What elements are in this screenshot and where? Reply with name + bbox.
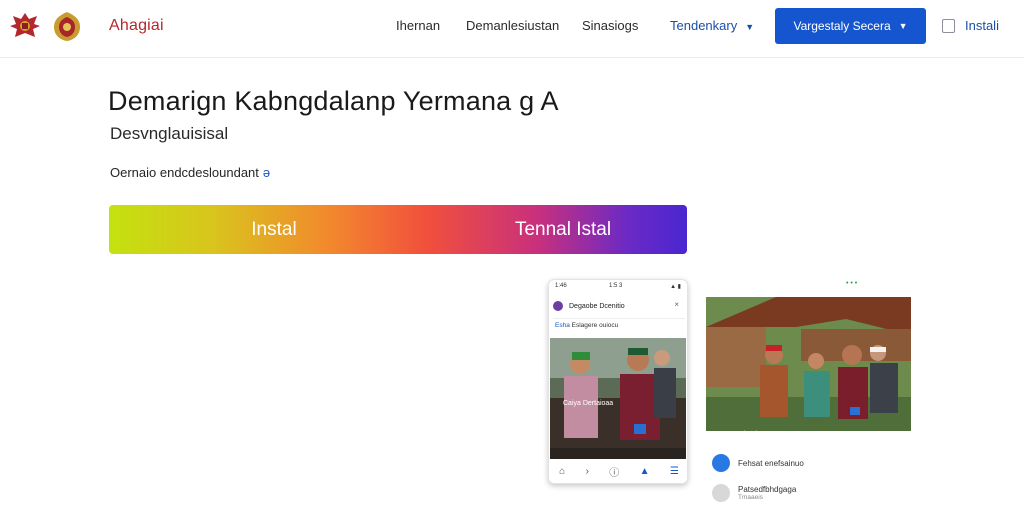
list-item-text: Patsedfbhdgaga Tmaaeis <box>738 485 796 501</box>
nav-link-1[interactable]: Ihernan <box>396 18 440 33</box>
home-icon[interactable]: ⌂ <box>559 466 565 477</box>
status-icons: ▲ ▮ <box>670 284 681 290</box>
site-header: Ahagiai Ihernan Demanlesiustan Sinasiogs… <box>0 0 1024 58</box>
chevron-down-icon: ▼ <box>745 22 755 32</box>
divider <box>553 318 685 319</box>
photo-caption: Caiya Dertaioaa <box>563 400 614 407</box>
status-icons: • • • <box>846 280 858 287</box>
status-time: 1:46 <box>555 283 567 289</box>
nav-dropdown[interactable]: Tendenkary ▼ <box>670 18 754 33</box>
app-screenshot-phone[interactable]: 1:46 1:5 3 ▲ ▮ Degaobe Dcenitio × Esha E… <box>548 279 688 484</box>
avatar <box>712 484 730 502</box>
village-photo <box>706 297 911 431</box>
device-icon <box>942 18 955 33</box>
nav-link-2[interactable]: Demanlesiustan <box>466 18 559 33</box>
list-item-subtitle: Tmaaeis <box>738 494 763 501</box>
nav-dropdown-label: Tendenkary <box>670 18 738 33</box>
app-subheader-text: Eslagere ouiocu <box>571 322 619 329</box>
nav-link-3[interactable]: Sinasiogs <box>582 18 638 33</box>
list-item-title: Patsedfbhdgaga <box>738 485 797 494</box>
people-photo <box>550 338 686 460</box>
list-item[interactable]: Patsedfbhdgaga Tmaaeis <box>712 484 911 502</box>
forward-icon[interactable]: › <box>586 466 589 477</box>
page-subtitle: Desvnglauisisal <box>110 124 229 143</box>
primary-button-label: Vargestaly Secera <box>793 19 891 33</box>
developer-name[interactable]: Oernaio endcdesloundant <box>110 165 259 180</box>
list-item-title: Fehsat enefsainuo <box>738 458 804 468</box>
install-button[interactable]: Instal <box>109 205 439 254</box>
brand-name[interactable]: Ahagiai <box>109 17 164 35</box>
page-title: Demarign Kabngdalanp Yermana g A <box>108 86 559 116</box>
garuda-emblem-icon <box>10 13 40 37</box>
list-item[interactable]: Fehsat enefsainuo <box>712 454 911 472</box>
action-bar: Instal Tennal Istal <box>109 205 687 254</box>
primary-dropdown-button[interactable]: Vargestaly Secera ▼ <box>775 8 926 44</box>
verified-icon: ə <box>262 165 271 180</box>
regional-emblem-icon <box>54 12 80 41</box>
app-screenshot-card[interactable]: • • • Iaoa hatdo Fehsat enefsainuo Patse… <box>706 279 911 512</box>
install-link[interactable]: Instali <box>942 18 999 33</box>
photo-caption: Iaoa hatdo <box>728 431 762 438</box>
install-link-label: Instali <box>965 18 999 33</box>
avatar <box>712 454 730 472</box>
secondary-install-button[interactable]: Tennal Istal <box>439 205 687 254</box>
status-center: 1:5 3 <box>609 283 623 289</box>
menu-icon[interactable]: ☰ <box>670 466 679 477</box>
chevron-down-icon: ▼ <box>898 21 908 31</box>
app-subheader: Esha Eslagere ouiocu <box>555 322 618 329</box>
app-header-title: Degaobe Dcenitio <box>569 302 625 310</box>
developer-line: Oernaio endcdesloundant ə <box>110 165 270 180</box>
app-header: Degaobe Dcenitio × <box>553 298 683 314</box>
close-icon[interactable]: × <box>674 300 679 309</box>
bookmark-icon[interactable]: ▲ <box>640 466 650 477</box>
app-logo-icon <box>553 301 563 311</box>
info-icon[interactable]: ⓘ <box>609 464 619 479</box>
app-subheader-tag: Esha <box>555 322 570 329</box>
bottom-tab-bar: ⌂ › ⓘ ▲ ☰ <box>549 459 687 483</box>
